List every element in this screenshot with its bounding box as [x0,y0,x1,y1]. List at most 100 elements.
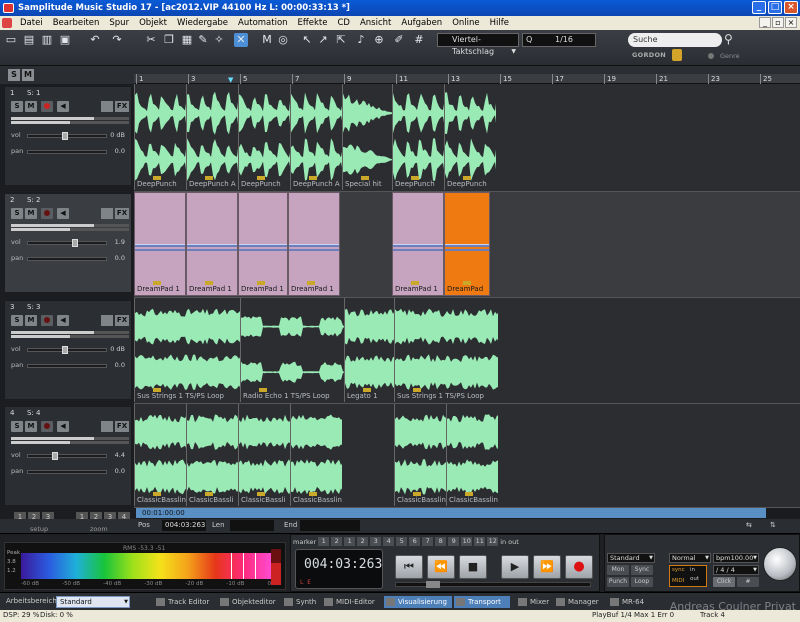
stop-button[interactable]: ■ [459,555,487,579]
audio-clip[interactable]: ClassicBasslin [446,404,498,506]
loop-bar[interactable] [134,66,800,74]
solo-button[interactable]: S [11,315,23,326]
lock-icon[interactable] [101,208,113,219]
speaker-icon[interactable]: ◀ [57,315,69,326]
wand-icon[interactable]: ✧ [212,33,226,47]
menu-hilfe[interactable]: Hilfe [485,18,514,28]
audio-clip[interactable]: DeepPunch A [186,84,238,190]
audio-clip[interactable]: ClassicBasslin [134,404,186,506]
marker-button[interactable]: 10 [461,537,473,546]
rewind-button[interactable]: ⏪ [427,555,455,579]
range-tool-icon[interactable]: ↗ [316,33,330,47]
lock-icon[interactable] [101,315,113,326]
pan-slider[interactable] [27,364,107,368]
position-scroll[interactable]: 00:01:00:00 [136,508,766,518]
marker-button[interactable]: 5 [396,537,408,546]
workspace-dropdown[interactable]: Standard [56,596,130,608]
record-button[interactable]: ● [565,555,593,579]
record-arm-button[interactable] [41,101,53,112]
volume-slider[interactable] [27,239,107,247]
marker-button[interactable]: 4 [383,537,395,546]
doc-restore-button[interactable]: ▫ [772,17,784,28]
click-button[interactable]: Click [713,577,735,587]
doc-close-button[interactable]: × [785,17,797,28]
audio-clip[interactable]: DeepPunch [238,84,290,190]
audio-clip[interactable]: DeepPunch [444,84,496,190]
audio-clip[interactable]: Legato 1 [344,298,394,402]
tab-track-editor[interactable]: Track Editor [154,596,209,608]
folder-icon[interactable]: ▥ [40,33,54,47]
search-icon[interactable]: ⚲ [724,32,738,46]
fx-button[interactable]: FX [115,421,129,432]
audio-clip[interactable]: DreamPad 1 [288,192,340,296]
doc-minimize-button[interactable]: _ [759,17,771,28]
pan-slider[interactable] [27,257,107,261]
cut-icon[interactable]: ✂ [144,33,158,47]
paste-icon[interactable]: ▦ [180,33,194,47]
menu-spur[interactable]: Spur [104,18,134,28]
scrub-tool-icon[interactable]: ♪ [354,33,368,47]
menu-cd[interactable]: CD [333,18,355,28]
audio-clip[interactable]: DeepPunch [134,84,186,190]
track-header-3[interactable]: 3 S: 3 S M ◀ FX vol 0 dB pan 0.0 [4,300,132,400]
transport-time-display[interactable]: 004:03:263 L E [295,549,383,589]
audio-clip[interactable]: DeepPunch A [290,84,342,190]
fast-forward-button[interactable]: ⏩ [533,555,561,579]
brush-icon[interactable]: ✎ [196,33,210,47]
marker-button[interactable]: 2 [357,537,369,546]
pointer-tool-icon[interactable]: ↖ [300,33,314,47]
menu-objekt[interactable]: Objekt [134,18,172,28]
audio-clip[interactable]: ClassicBassli [238,404,290,506]
undo-icon[interactable]: ↶ [88,33,102,47]
track-name[interactable]: S: 1 [27,89,40,97]
marker-button[interactable]: 6 [409,537,421,546]
track-header-4[interactable]: 4 S: 4 S M ◀ FX vol 4.4 pan 0.0 [4,406,132,506]
tab-midi-editor[interactable]: MIDI-Editor [322,596,375,608]
global-mute-button[interactable]: M [22,69,34,81]
save-icon[interactable]: ▣ [58,33,72,47]
volume-slider[interactable] [27,452,107,460]
menu-bearbeiten[interactable]: Bearbeiten [48,18,105,28]
mute-button[interactable]: M [25,208,37,219]
punch-button[interactable]: Punch [607,577,629,587]
mute-button[interactable]: M [25,421,37,432]
tab-transport[interactable]: Transport [454,596,510,608]
quantize-dropdown[interactable]: Q 1/16 [522,33,596,47]
play-button[interactable]: ▶ [501,555,529,579]
open-icon[interactable]: ▤ [22,33,36,47]
marker-button[interactable]: 9 [448,537,460,546]
menu-wiedergabe[interactable]: Wiedergabe [172,18,233,28]
crossfade-tool-icon[interactable]: ✕ [234,33,248,47]
marker-button[interactable]: 7 [422,537,434,546]
new-file-icon[interactable]: ▭ [4,33,18,47]
position-bar[interactable]: 00:01:00:00 [134,508,800,519]
speaker-icon[interactable]: ◀ [57,208,69,219]
go-start-button[interactable]: ⏮ [395,555,423,579]
end-field[interactable] [300,520,360,531]
loop-button[interactable]: Loop [631,577,653,587]
audio-clip[interactable]: DreamPad [444,192,490,296]
minimize-button[interactable]: _ [752,1,766,14]
maximize-button[interactable]: □ [768,1,782,14]
pos-field[interactable]: 004:03:263 [162,520,206,531]
grid-icon[interactable]: # [412,33,426,47]
marker-button[interactable]: 2 [331,537,343,546]
click-settings-button[interactable]: # [737,577,759,587]
audio-clip[interactable]: ClassicBassli [186,404,238,506]
menu-ansicht[interactable]: Ansicht [355,18,396,28]
fx-button[interactable]: FX [115,315,129,326]
menu-online[interactable]: Online [447,18,484,28]
loop-tool-icon[interactable]: ◎ [276,33,290,47]
audio-clip[interactable]: Special hit [342,84,392,190]
zoom-tool-icon[interactable]: ⊕ [372,33,386,47]
jog-wheel[interactable] [763,547,797,581]
redo-icon[interactable]: ↷ [110,33,124,47]
lock-icon[interactable] [101,421,113,432]
tab-mr64[interactable]: MR-64 [608,596,644,608]
audio-clip[interactable]: ClassicBasslin [290,404,342,506]
in-label[interactable]: in [500,538,506,546]
track-header-1[interactable]: 1 S: 1 S M ◀ FX vol 0 dB pan 0.0 [4,86,132,186]
len-field[interactable] [230,520,274,531]
tab-objekteditor[interactable]: Objekteditor [218,596,276,608]
global-solo-button[interactable]: S [8,69,20,81]
